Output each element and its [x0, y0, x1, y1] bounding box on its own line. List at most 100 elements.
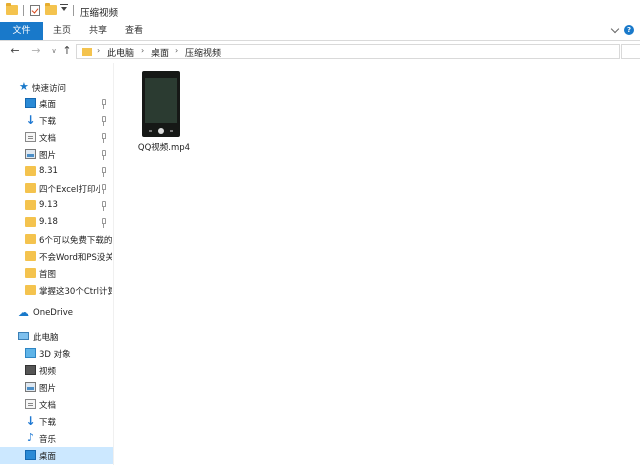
file-name: QQ视频.mp4: [137, 143, 191, 153]
navigation-pane: ★ 快速访问 桌面 ↓ 下载 文档 图片 8.31 四个Excel打印小 9.1…: [0, 63, 114, 465]
sidebar-item-folder-9-13[interactable]: 9.13: [0, 197, 113, 214]
cloud-icon: ☁: [18, 306, 29, 319]
pin-icon: [102, 167, 106, 177]
folder-icon: [6, 3, 18, 15]
up-button[interactable]: ↑: [61, 45, 73, 57]
tab-view[interactable]: 查看: [125, 22, 143, 40]
sidebar-item-label: 8.31: [39, 166, 58, 176]
window-title: 压缩视频: [80, 8, 119, 19]
ribbon-tabs: 文件 主页 共享 查看 ?: [0, 22, 640, 41]
document-icon: [25, 399, 36, 409]
picture-icon: [25, 382, 36, 392]
chevron-right-icon[interactable]: ›: [97, 46, 100, 55]
chevron-right-icon[interactable]: ›: [141, 46, 144, 55]
address-bar[interactable]: › 此电脑 › 桌面 › 压缩视频: [76, 44, 620, 59]
sidebar-item-label: 此电脑: [33, 333, 59, 343]
picture-icon: [25, 149, 36, 159]
document-icon: [25, 132, 36, 142]
new-folder-icon[interactable]: [45, 3, 57, 15]
sidebar-item-folder-excel[interactable]: 四个Excel打印小: [0, 180, 113, 197]
sidebar-item-label: 音乐: [39, 435, 57, 445]
sidebar-item-pictures[interactable]: 图片: [0, 146, 113, 163]
expand-ribbon-icon[interactable]: [610, 24, 620, 34]
forward-button[interactable]: →: [30, 45, 42, 57]
sidebar-item-folder-ctrl[interactable]: 掌握这30个Ctrl计算: [0, 282, 113, 299]
sidebar-item-label: 掌握这30个Ctrl计算: [39, 287, 112, 297]
thumbnail-home-button: [158, 128, 164, 134]
folder-icon: [25, 268, 36, 278]
quick-access-label: 快速访问: [32, 84, 67, 94]
sidebar-item-label: 视频: [39, 367, 57, 377]
navigation-bar: ← → ∨ ↑ › 此电脑 › 桌面 › 压缩视频: [0, 41, 640, 63]
divider: [73, 5, 74, 16]
sidebar-item-music[interactable]: ♪ 音乐: [0, 430, 113, 447]
sidebar-item-folder-cover[interactable]: 首图: [0, 265, 113, 282]
sidebar-item-downloads-pc[interactable]: ↓ 下载: [0, 413, 113, 430]
sidebar-item-onedrive[interactable]: ☁ OneDrive: [0, 305, 113, 322]
sidebar-item-label: 图片: [39, 151, 57, 161]
breadcrumb-this-pc[interactable]: 此电脑: [107, 46, 134, 59]
tab-home[interactable]: 主页: [53, 22, 71, 40]
sidebar-item-label: 图片: [39, 384, 57, 394]
music-icon: ♪: [26, 431, 35, 444]
sidebar-item-folder-9-18[interactable]: 9.18: [0, 214, 113, 231]
sidebar-item-label: 不会Word和PS没关: [39, 253, 112, 263]
computer-icon: [18, 332, 29, 340]
sidebar-item-downloads[interactable]: ↓ 下载: [0, 112, 113, 129]
sidebar-item-3d-objects[interactable]: 3D 对象: [0, 345, 113, 362]
video-icon: [25, 365, 36, 375]
back-button[interactable]: ←: [9, 45, 21, 57]
sidebar-item-desktop-pc[interactable]: 桌面: [0, 447, 113, 464]
folder-icon: [82, 48, 92, 56]
sidebar-item-folder-word-ps[interactable]: 不会Word和PS没关: [0, 248, 113, 265]
desktop-icon: [25, 450, 36, 460]
sidebar-item-videos[interactable]: 视频: [0, 362, 113, 379]
file-item[interactable]: QQ视频.mp4: [134, 69, 194, 159]
recent-locations-button[interactable]: ∨: [48, 45, 60, 57]
help-icon[interactable]: ?: [624, 25, 634, 35]
sidebar-item-label: 四个Excel打印小: [39, 185, 100, 195]
pin-icon: [102, 184, 106, 194]
customize-quick-access-icon[interactable]: [60, 4, 68, 11]
folder-icon: [25, 234, 36, 244]
pin-icon: [102, 116, 106, 126]
breadcrumb-current-folder[interactable]: 压缩视频: [185, 46, 221, 59]
pin-icon: [102, 218, 106, 228]
pin-icon: [102, 133, 106, 143]
folder-icon: [25, 200, 36, 210]
divider: [23, 5, 24, 16]
thumbnail-screen: [145, 78, 177, 123]
folder-icon: [25, 285, 36, 295]
folder-icon: [25, 251, 36, 261]
tab-share[interactable]: 共享: [89, 22, 107, 40]
sidebar-item-pictures-pc[interactable]: 图片: [0, 379, 113, 396]
sidebar-item-label: 首图: [39, 270, 57, 280]
sidebar-item-label: 下载: [39, 418, 57, 428]
pin-icon: [102, 99, 106, 109]
search-input[interactable]: [621, 44, 640, 59]
3d-objects-icon: [25, 348, 36, 358]
folder-icon: [25, 166, 36, 176]
sidebar-item-this-pc[interactable]: 此电脑: [0, 328, 113, 345]
sidebar-item-documents-pc[interactable]: 文档: [0, 396, 113, 413]
chevron-right-icon[interactable]: ›: [175, 46, 178, 55]
thumbnail-button: [170, 130, 173, 132]
sidebar-item-desktop[interactable]: 桌面: [0, 95, 113, 112]
folder-icon: [25, 217, 36, 227]
breadcrumb-desktop[interactable]: 桌面: [151, 46, 169, 59]
desktop-icon: [25, 98, 36, 108]
pin-icon: [102, 201, 106, 211]
properties-icon[interactable]: [30, 5, 40, 16]
sidebar-item-folder-free-download[interactable]: 6个可以免费下载的: [0, 231, 113, 248]
sidebar-item-folder-8-31[interactable]: 8.31: [0, 163, 113, 180]
tab-file[interactable]: 文件: [0, 22, 43, 40]
sidebar-item-label: 文档: [39, 401, 57, 411]
video-thumbnail: [142, 71, 180, 137]
sidebar-item-label: 9.18: [39, 217, 58, 227]
sidebar-item-label: OneDrive: [33, 308, 73, 318]
quick-access[interactable]: ★ 快速访问: [0, 79, 113, 96]
title-bar: 压缩视频: [0, 0, 640, 22]
star-icon: ★: [19, 80, 29, 93]
sidebar-item-documents[interactable]: 文档: [0, 129, 113, 146]
sidebar-item-label: 文档: [39, 134, 57, 144]
